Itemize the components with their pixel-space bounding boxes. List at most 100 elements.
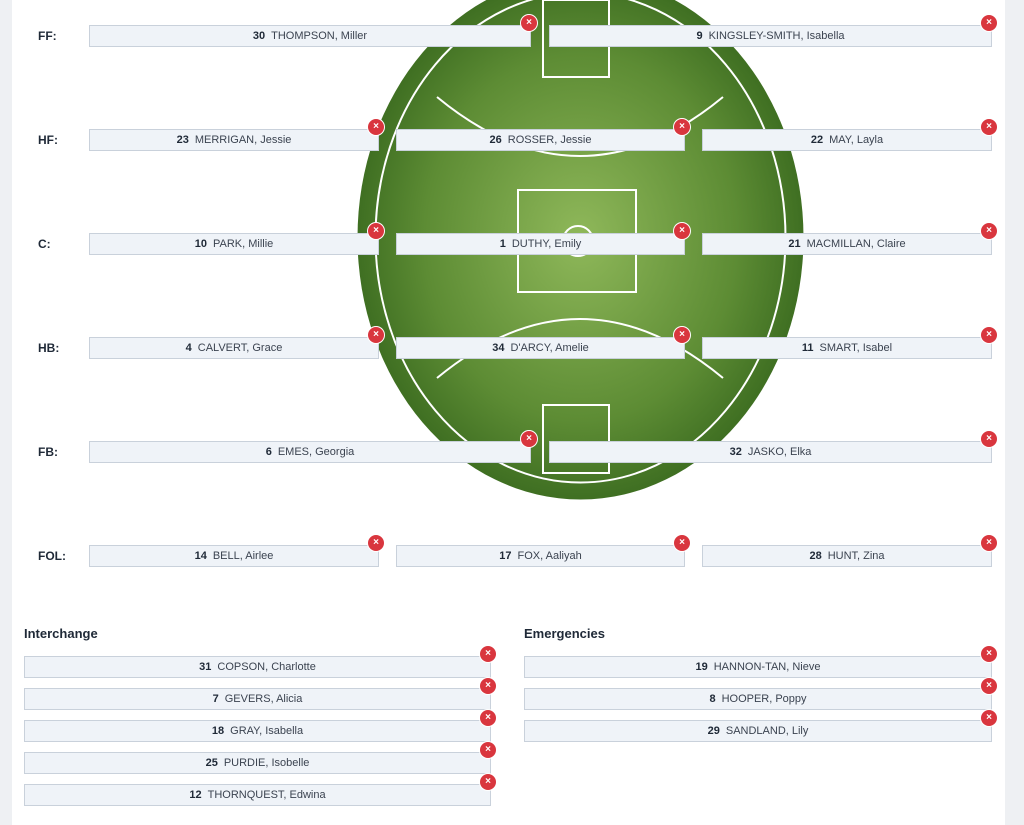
player-name: HOOPER, Poppy xyxy=(721,693,807,705)
remove-player-icon[interactable]: × xyxy=(480,646,496,662)
player-slot[interactable]: 22 MAY, Layla xyxy=(702,129,992,151)
remove-player-icon[interactable]: × xyxy=(368,119,384,135)
player-slot[interactable]: 4 CALVERT, Grace xyxy=(89,337,379,359)
player-name: MAY, Layla xyxy=(829,134,884,146)
player-name: COPSON, Charlotte xyxy=(217,661,316,673)
remove-player-icon[interactable]: × xyxy=(521,431,537,447)
remove-player-icon[interactable]: × xyxy=(981,535,997,551)
player-number: 17 xyxy=(499,550,512,562)
player-number: 19 xyxy=(695,661,708,673)
remove-player-icon[interactable]: × xyxy=(981,710,997,726)
player-name: CALVERT, Grace xyxy=(197,342,283,354)
player-name: GRAY, Isabella xyxy=(230,725,304,737)
player-name: EMES, Georgia xyxy=(277,446,355,458)
player-number: 34 xyxy=(492,342,505,354)
remove-player-icon[interactable]: × xyxy=(981,119,997,135)
player-slot[interactable]: 17 FOX, Aaliyah xyxy=(396,545,685,567)
remove-player-icon[interactable]: × xyxy=(368,327,384,343)
remove-player-icon[interactable]: × xyxy=(674,223,690,239)
emergencies-title: Emergencies xyxy=(524,626,605,641)
remove-player-icon[interactable]: × xyxy=(981,15,997,31)
player-number: 18 xyxy=(211,725,225,737)
player-name: ROSSER, Jessie xyxy=(507,134,592,146)
position-row-label: HF: xyxy=(38,133,58,147)
remove-player-icon[interactable]: × xyxy=(480,710,496,726)
remove-player-icon[interactable]: × xyxy=(981,646,997,662)
remove-player-icon[interactable]: × xyxy=(480,774,496,790)
player-number: 23 xyxy=(176,134,189,146)
remove-player-icon[interactable]: × xyxy=(368,223,384,239)
player-slot[interactable]: 29 SANDLAND, Lily xyxy=(524,720,992,742)
remove-player-icon[interactable]: × xyxy=(981,223,997,239)
player-slot[interactable]: 30 THOMPSON, Miller xyxy=(89,25,531,47)
player-name: THOMPSON, Miller xyxy=(271,30,368,42)
player-number: 1 xyxy=(499,238,506,250)
player-slot[interactable]: 25 PURDIE, Isobelle xyxy=(24,752,491,774)
player-slot[interactable]: 10 PARK, Millie xyxy=(89,233,379,255)
player-number: 6 xyxy=(265,446,272,458)
player-name: KINGSLEY-SMITH, Isabella xyxy=(708,30,845,42)
player-slot[interactable]: 23 MERRIGAN, Jessie xyxy=(89,129,379,151)
remove-player-icon[interactable]: × xyxy=(981,327,997,343)
player-number: 25 xyxy=(205,757,218,769)
player-name: FOX, Aaliyah xyxy=(517,550,582,562)
player-name: BELL, Airlee xyxy=(212,550,274,562)
position-row-label: FF: xyxy=(38,29,57,43)
player-number: 21 xyxy=(788,238,801,250)
player-name: DUTHY, Emily xyxy=(511,238,582,250)
player-number: 8 xyxy=(709,693,716,705)
player-number: 4 xyxy=(185,342,192,354)
position-row-label: FOL: xyxy=(38,549,66,563)
remove-player-icon[interactable]: × xyxy=(674,535,690,551)
player-number: 30 xyxy=(252,30,266,42)
player-slot[interactable]: 19 HANNON-TAN, Nieve xyxy=(524,656,992,678)
player-number: 14 xyxy=(194,550,207,562)
position-row-label: HB: xyxy=(38,341,60,355)
player-name: JASKO, Elka xyxy=(747,446,812,458)
player-number: 29 xyxy=(707,725,720,737)
player-slot[interactable]: 1 DUTHY, Emily xyxy=(396,233,685,255)
player-number: 22 xyxy=(810,134,824,146)
remove-player-icon[interactable]: × xyxy=(480,742,496,758)
player-slot[interactable]: 21 MACMILLAN, Claire xyxy=(702,233,992,255)
player-name: SMART, Isabel xyxy=(819,342,893,354)
position-row-label: FB: xyxy=(38,445,58,459)
player-number: 26 xyxy=(489,134,502,146)
player-slot[interactable]: 12 THORNQUEST, Edwina xyxy=(24,784,491,806)
remove-player-icon[interactable]: × xyxy=(981,431,997,447)
player-number: 7 xyxy=(212,693,219,705)
player-slot[interactable]: 31 COPSON, Charlotte xyxy=(24,656,491,678)
player-name: MACMILLAN, Claire xyxy=(806,238,906,250)
player-slot[interactable]: 26 ROSSER, Jessie xyxy=(396,129,685,151)
remove-player-icon[interactable]: × xyxy=(674,327,690,343)
player-number: 12 xyxy=(189,789,202,801)
player-slot[interactable]: 34 D'ARCY, Amelie xyxy=(396,337,685,359)
player-name: MERRIGAN, Jessie xyxy=(194,134,292,146)
player-number: 9 xyxy=(696,30,703,42)
player-name: HUNT, Zina xyxy=(827,550,885,562)
player-slot[interactable]: 18 GRAY, Isabella xyxy=(24,720,491,742)
player-number: 10 xyxy=(194,238,207,250)
player-slot[interactable]: 9 KINGSLEY-SMITH, Isabella xyxy=(549,25,992,47)
player-slot[interactable]: 11 SMART, Isabel xyxy=(702,337,992,359)
position-row-label: C: xyxy=(38,237,51,251)
player-number: 31 xyxy=(199,661,212,673)
player-slot[interactable]: 6 EMES, Georgia xyxy=(89,441,531,463)
remove-player-icon[interactable]: × xyxy=(521,15,537,31)
player-name: THORNQUEST, Edwina xyxy=(207,789,326,801)
player-number: 28 xyxy=(809,550,822,562)
remove-player-icon[interactable]: × xyxy=(368,535,384,551)
player-slot[interactable]: 8 HOOPER, Poppy xyxy=(524,688,992,710)
player-slot[interactable]: 28 HUNT, Zina xyxy=(702,545,992,567)
player-name: PARK, Millie xyxy=(212,238,274,250)
player-slot[interactable]: 7 GEVERS, Alicia xyxy=(24,688,491,710)
player-name: GEVERS, Alicia xyxy=(224,693,303,705)
player-name: SANDLAND, Lily xyxy=(725,725,809,737)
remove-player-icon[interactable]: × xyxy=(674,119,690,135)
interchange-title: Interchange xyxy=(24,626,98,641)
player-slot[interactable]: 14 BELL, Airlee xyxy=(89,545,379,567)
remove-player-icon[interactable]: × xyxy=(981,678,997,694)
player-number: 32 xyxy=(729,446,742,458)
player-slot[interactable]: 32 JASKO, Elka xyxy=(549,441,992,463)
remove-player-icon[interactable]: × xyxy=(480,678,496,694)
